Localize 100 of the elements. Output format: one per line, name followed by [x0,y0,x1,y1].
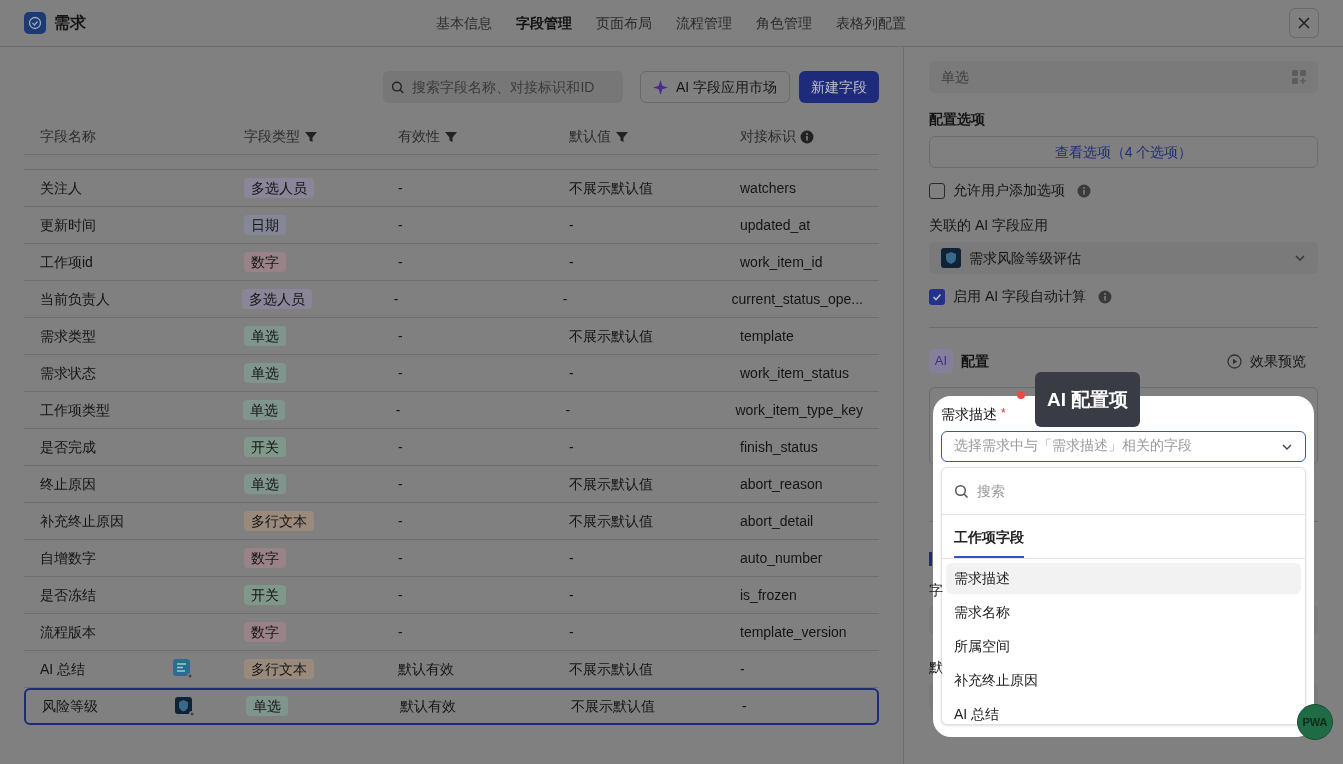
menu-tab[interactable]: 工作项字段 [954,527,1024,558]
new-field-button[interactable]: 新建字段 [799,71,879,103]
table-cell: finish_status [740,438,818,455]
table-row[interactable]: 流程版本 数字 - - template_version [24,614,879,651]
field-name: 是否完成 [40,437,96,457]
field-name: 工作项类型 [40,400,110,420]
table-cell: 不展示默认值 [569,660,653,677]
section-label: 配置选项 [929,110,986,129]
type-tag: 日期 [244,214,286,235]
filter-icon[interactable] [444,129,458,144]
filter-icon[interactable] [304,129,318,144]
ai-badge: AI [929,349,953,373]
field-select[interactable]: 选择需求中与「需求描述」相关的字段 [941,431,1306,462]
table-cell: 不展示默认值 [569,512,653,529]
type-tag: 多选人员 [241,288,312,309]
nav-tab[interactable]: 基本信息 [436,13,492,34]
type-tag: 开关 [244,436,286,457]
info-icon [1098,289,1112,304]
type-tag: 单选 [244,362,286,383]
document-icon [173,659,193,679]
table-row[interactable]: 工作项类型 单选 - - work_item_type_key [24,392,879,429]
table-row[interactable]: 是否完成 开关 - - finish_status [24,429,879,466]
table-row[interactable]: 自增数字 数字 - - auto_number [24,540,879,577]
filter-icon[interactable] [615,129,629,144]
type-tag: 单选 [242,399,285,420]
section-label: 关联的 AI 字段应用 [929,216,1049,235]
required-mark: * [1001,405,1006,422]
table-cell: - [393,290,399,307]
nav-tab[interactable]: 流程管理 [676,13,732,34]
search-field[interactable]: 搜索 [977,480,1177,502]
preview-button[interactable]: 效果预览 [1227,350,1306,372]
type-tag: 单选 [246,696,288,716]
search-icon [390,79,405,95]
field-name: 更新时间 [40,215,96,235]
table-row[interactable]: 是否冻结 开关 - - is_frozen [24,577,879,614]
sparkle-icon [652,79,668,95]
table-row[interactable]: 终止原因 单选 - 不展示默认值 abort_reason [24,466,879,503]
type-tag: 数字 [244,547,286,568]
table-cell: 不展示默认值 [569,179,653,196]
table-row[interactable]: 当前负责人 多选人员 - - current_status_ope... [24,281,879,318]
table-cell: 不展示默认值 [569,475,653,492]
table-cell: - [569,438,574,455]
nav-tab[interactable]: 表格列配置 [836,13,906,34]
table-row[interactable]: 需求状态 单选 - - work_item_status [24,355,879,392]
menu-item[interactable]: 需求描述 [946,563,1301,594]
type-tag: 单选 [244,473,286,494]
table-row[interactable]: AI 总结 多行文本 默认有效 不展示默认值 - [24,651,879,688]
checkbox[interactable] [929,182,945,199]
table-row[interactable]: 需求类型 单选 - 不展示默认值 template [24,318,879,355]
table-cell: - [398,216,403,233]
column-header: 默认值 [569,127,611,146]
field-name: 关注人 [40,178,82,198]
nav-tab[interactable]: 角色管理 [756,13,812,34]
market-button[interactable]: AI 字段应用市场 [639,71,790,103]
checkbox-label: 允许用户添加选项 [953,181,1065,200]
table-row[interactable]: 风险等级 单选 默认有效 不展示默认值 - [24,688,879,725]
checkbox[interactable] [929,288,945,305]
table-cell: - [398,623,403,640]
field-label: 默 [929,658,943,677]
field-label: 字 [929,581,943,600]
table-cell: - [398,475,403,492]
table-cell: - [398,327,403,344]
type-field: 单选 [929,61,1318,93]
field-name: 当前负责人 [40,289,110,309]
menu-item[interactable]: 所属空间 [946,631,1301,662]
app-select[interactable]: 需求风险等级评估 [929,242,1318,274]
close-button[interactable] [1289,8,1319,38]
play-icon [1227,353,1242,369]
menu-item[interactable]: 需求名称 [946,597,1301,628]
table-cell: 不展示默认值 [571,698,655,714]
table-cell: - [569,623,574,640]
table-cell: updated_at [740,216,811,233]
menu-item[interactable]: 补充终止原因 [946,665,1301,696]
table-cell: - [398,364,403,381]
table-cell: work_item_type_key [735,401,863,418]
table-cell: watchers [740,179,797,196]
table-cell: - [398,549,403,566]
field-name: 补充终止原因 [40,511,124,531]
checkbox-label: 启用 AI 字段自动计算 [953,287,1086,306]
tooltip: AI 配置项 [1035,372,1141,427]
view-options-button[interactable]: 查看选项（4 个选项） [929,136,1318,168]
table-cell: - [569,253,574,270]
search-field[interactable]: 搜索字段名称、对接标识和ID [382,71,623,103]
table-cell: - [565,401,571,418]
nav-tab[interactable]: 字段管理 [516,13,572,34]
table-cell: - [395,401,401,418]
type-tag: 多行文本 [244,658,314,679]
table-row[interactable]: 补充终止原因 多行文本 - 不展示默认值 abort_detail [24,503,879,540]
nav-tab[interactable]: 页面布局 [596,13,652,34]
table-row[interactable]: 更新时间 日期 - - updated_at [24,207,879,244]
table-cell: template_version [740,623,847,640]
table-cell: abort_detail [740,512,814,529]
field-name: 自增数字 [40,548,96,568]
table-cell: - [398,253,403,270]
field-name: 需求状态 [40,363,96,383]
table-row[interactable]: 工作项id 数字 - - work_item_id [24,244,879,281]
type-tag: 数字 [244,621,286,642]
table-cell: - [398,179,403,196]
table-cell: - [569,586,574,603]
table-row[interactable]: 关注人 多选人员 - 不展示默认值 watchers [24,170,879,207]
